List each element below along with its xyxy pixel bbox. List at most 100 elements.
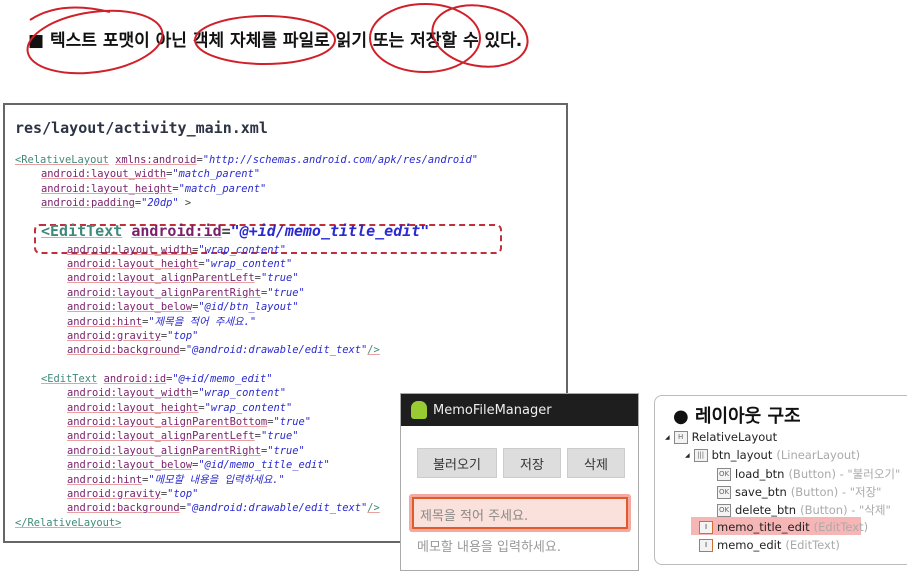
code-line: <RelativeLayout xmlns:android="http://sc… — [15, 153, 478, 167]
edittext-icon: I — [699, 520, 713, 534]
slide-heading: ■ 텍스트 포맷이 아닌 객체 자체를 파일로 읽기 또는 저장할 수 있다. — [28, 31, 523, 51]
code-token-val: "@+id/memo_edit" — [172, 372, 273, 385]
tree-item-type: (Button) - "저장" — [790, 485, 882, 499]
code-token-val: "match_parent" — [178, 182, 267, 195]
code-token-val: "true" — [267, 444, 305, 457]
code-token-attr: android:layout_alignParentLeft — [67, 272, 255, 285]
code-token-tag: <RelativeLayout — [15, 154, 109, 166]
tree-item-name: memo_edit — [717, 538, 782, 552]
delete-button[interactable]: 삭제 — [567, 448, 625, 478]
code-token-val: "true" — [260, 272, 299, 285]
code-line: android:layout_alignParentLeft="true" — [67, 429, 298, 443]
code-token-attr: android:id — [131, 221, 222, 240]
tree-item-name: RelativeLayout — [691, 430, 778, 444]
code-token-val: "true" — [267, 286, 305, 299]
code-line: android:layout_alignParentRight="true" — [67, 444, 305, 458]
code-token-tag: <EditText — [41, 221, 123, 240]
code-token-val: "@android:drawable/edit_text" — [185, 344, 368, 357]
code-token-attr: android:padding — [41, 197, 135, 210]
app-title-bar: MemoFileManager — [401, 394, 638, 426]
app-title: MemoFileManager — [433, 402, 552, 418]
code-line: android:background="@android:drawable/ed… — [67, 343, 380, 357]
memo-input[interactable]: 메모할 내용을 입력하세요. — [417, 536, 561, 555]
code-token-attr: android:layout_height — [67, 258, 199, 270]
code-token-val: "제목을 적어 주세요." — [148, 315, 257, 328]
tree-item[interactable]: ◢ H RelativeLayout — [665, 430, 781, 444]
button-icon: OK — [717, 467, 731, 481]
code-token-val: "match_parent" — [172, 168, 260, 181]
save-button[interactable]: 저장 — [503, 448, 561, 478]
code-token-val: "wrap_content" — [198, 243, 286, 256]
code-line: android:layout_alignParentLeft="true" — [67, 271, 298, 285]
button-icon: OK — [717, 503, 731, 517]
code-token-tag: /> — [367, 344, 380, 357]
code-line: android:layout_alignParentBottom="true" — [67, 415, 311, 429]
code-token-attr: android:layout_width — [67, 243, 193, 256]
code-token-attr: android:layout_alignParentLeft — [67, 430, 255, 443]
code-token-val: "wrap_content" — [198, 387, 286, 400]
tree-item[interactable]: OK delete_btn (Button) - "삭제" — [717, 502, 891, 518]
code-token-tag: </RelativeLayout> — [15, 516, 122, 529]
code-token-attr: android:id — [103, 372, 167, 385]
tree-item[interactable]: Imemo_title_edit (EditText) — [699, 520, 868, 534]
expand-arrow-icon[interactable]: ◢ — [665, 434, 670, 441]
code-token-val: "메모할 내용을 입력하세요." — [148, 473, 285, 486]
code-line: android:layout_width="wrap_content" — [67, 386, 286, 400]
code-line: android:layout_height="match_parent" — [41, 182, 266, 196]
tree-item-name: delete_btn — [735, 503, 797, 517]
code-token-attr: xmlns:android — [115, 154, 197, 166]
code-line: android:hint="제목을 적어 주세요." — [67, 315, 256, 329]
tree-item-type: (EditText) — [785, 538, 840, 552]
tree-item-type: (LinearLayout) — [776, 448, 861, 462]
tree-item-name: load_btn — [735, 467, 785, 481]
code-token-attr: android:layout_alignParentBottom — [67, 416, 268, 428]
code-token-val: "20dp" — [141, 197, 179, 210]
code-token-val: "wrap_content" — [204, 401, 293, 414]
relative-layout-icon: H — [673, 430, 688, 444]
tree-item[interactable]: Imemo_edit (EditText) — [699, 538, 840, 552]
memo-title-input[interactable]: 제목을 적어 주세요. — [412, 497, 628, 529]
code-line: android:layout_below="@id/btn_layout" — [67, 300, 298, 314]
code-token-attr: android:layout_below — [67, 301, 193, 314]
code-token-p: = — [221, 221, 231, 240]
code-token-val: "@id/memo_title_edit" — [198, 459, 330, 472]
code-token-attr: android:background — [67, 344, 180, 357]
file-path: res/layout/activity_main.xml — [15, 119, 268, 137]
code-line: android:layout_alignParentRight="true" — [67, 286, 305, 300]
app-preview: MemoFileManager 불러오기 저장 삭제 제목을 적어 주세요. 메… — [400, 393, 639, 571]
tree-item-type: (Button) - "불러오기" — [788, 467, 901, 481]
code-token-attr: android:layout_width — [41, 168, 167, 181]
code-token-attr: android:hint — [67, 315, 143, 328]
code-token-attr: android:gravity — [67, 330, 161, 342]
code-token-val: "top" — [167, 488, 199, 500]
code-line: android:layout_width="match_parent" — [41, 167, 260, 181]
tree-item[interactable]: OK save_btn (Button) - "저장" — [717, 484, 881, 500]
code-token-val: "true" — [260, 430, 299, 443]
code-token-val: "wrap_content" — [204, 258, 293, 270]
tree-item[interactable]: ◢ ||| btn_layout (LinearLayout) — [685, 448, 860, 462]
button-icon: OK — [717, 485, 731, 499]
code-token-attr: android:layout_height — [41, 182, 173, 195]
tree-item-name: memo_title_edit — [717, 520, 810, 534]
layout-tree-panel: ● 레이아웃 구조 ◢ H RelativeLayout ◢ ||| btn_layout… — [654, 395, 907, 565]
code-line: android:layout_height="wrap_content" — [67, 257, 292, 271]
code-token-tag: <EditText — [41, 372, 98, 385]
tree-item-name: btn_layout — [711, 448, 773, 462]
code-token-p: > — [178, 197, 192, 210]
code-line: <EditText android:id="@+id/memo_title_ed… — [41, 221, 429, 241]
code-line: android:layout_width="wrap_content" — [67, 243, 286, 257]
code-token-val: "http://schemas.android.com/apk/res/andr… — [202, 154, 478, 166]
code-token-attr: android:hint — [67, 473, 143, 486]
tree-item[interactable]: OK load_btn (Button) - "불러오기" — [717, 466, 900, 482]
code-line: </RelativeLayout> — [15, 516, 121, 530]
tree-item-type: (EditText) — [813, 520, 869, 534]
android-icon — [411, 401, 427, 419]
expand-arrow-icon[interactable]: ◢ — [685, 452, 690, 459]
load-button[interactable]: 불러오기 — [417, 448, 497, 478]
code-token-attr: android:layout_height — [67, 401, 199, 414]
code-line: android:background="@android:drawable/ed… — [67, 501, 380, 515]
code-token-tag: /> — [367, 502, 380, 515]
code-token-p — [122, 222, 131, 240]
code-line: android:hint="메모할 내용을 입력하세요." — [67, 473, 285, 487]
code-line: android:layout_below="@id/memo_title_edi… — [67, 458, 330, 472]
